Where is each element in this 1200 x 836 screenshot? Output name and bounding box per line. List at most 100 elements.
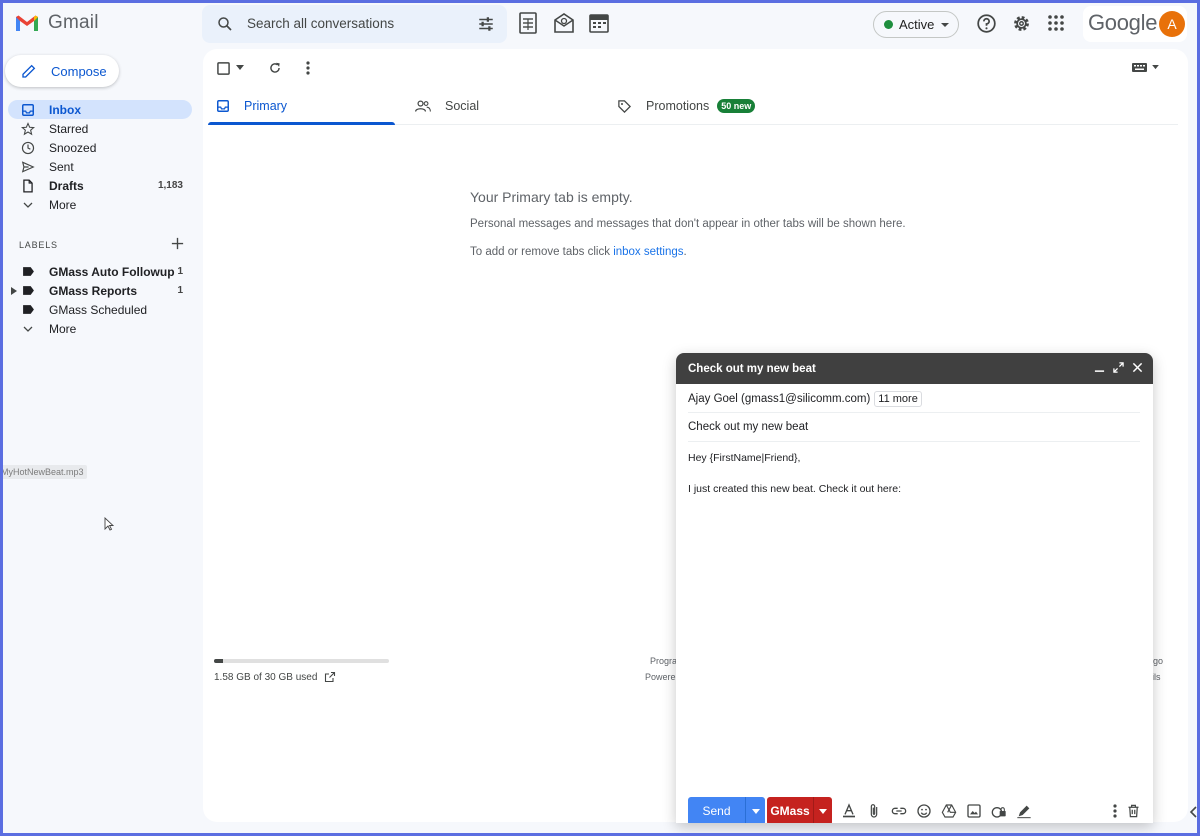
send-button[interactable]: Send — [688, 797, 745, 823]
avatar[interactable]: A — [1159, 11, 1185, 37]
sidebar-item-starred[interactable]: Starred — [8, 119, 192, 138]
close-icon[interactable] — [1132, 362, 1143, 373]
labels-more-label: More — [49, 321, 77, 336]
send-group: Send GMass — [688, 797, 832, 823]
category-tabs: Primary Social Promotions 50 new — [208, 87, 1178, 125]
signature-pen-icon[interactable] — [1016, 803, 1032, 819]
open-external-icon[interactable] — [324, 671, 336, 683]
mouse-cursor-icon — [104, 517, 114, 531]
footer-program-text: Progra — [650, 656, 678, 666]
minimize-icon[interactable] — [1094, 362, 1105, 373]
compose-header[interactable]: Check out my new beat — [676, 353, 1153, 384]
refresh-icon[interactable] — [268, 61, 282, 75]
tab-primary[interactable]: Primary — [216, 87, 287, 125]
delete-icon[interactable] — [1126, 803, 1141, 819]
empty-state-title: Your Primary tab is empty. — [470, 189, 633, 205]
expand-icon[interactable] — [1113, 362, 1124, 373]
add-label-icon[interactable] — [170, 236, 185, 251]
hint-prefix: To add or remove tabs click — [470, 246, 610, 258]
confidential-mode-icon[interactable] — [991, 803, 1007, 819]
subject-value[interactable]: Check out my new beat — [688, 421, 808, 433]
recipients-field[interactable]: Ajay Goel (gmass1@silicomm.com) 11 more — [688, 385, 1140, 413]
more-vert-icon[interactable] — [306, 61, 310, 75]
label-item-scheduled[interactable]: GMass Scheduled — [8, 300, 192, 319]
attach-icon[interactable] — [866, 803, 882, 819]
sidebar-item-label: Snoozed — [49, 140, 97, 155]
more-options-icon[interactable] — [1113, 804, 1117, 818]
sidebar-item-label: Drafts — [49, 178, 84, 193]
chevron-left-icon[interactable] — [1189, 806, 1197, 818]
compose-button[interactable]: Compose — [5, 55, 119, 87]
labels-more[interactable]: More — [8, 319, 192, 338]
input-tools[interactable] — [1132, 63, 1159, 72]
chevron-down-icon — [20, 199, 36, 211]
body-text[interactable]: I just created this new beat. Check it o… — [688, 483, 901, 495]
sidebar-item-snoozed[interactable]: Snoozed — [8, 138, 192, 157]
label-item-label: GMass Reports — [49, 283, 138, 298]
emoji-icon[interactable] — [916, 803, 932, 819]
more-recipients-chip[interactable]: 11 more — [874, 390, 922, 407]
apps-grid-icon[interactable] — [1047, 14, 1065, 32]
pencil-icon — [22, 64, 36, 78]
sidebar-item-label: More — [49, 197, 77, 212]
select-checkbox-icon[interactable] — [217, 61, 230, 75]
calendar-icon[interactable] — [588, 12, 610, 34]
search-icon[interactable] — [216, 15, 234, 33]
recipient-chip[interactable]: Ajay Goel (gmass1@silicomm.com) — [688, 393, 870, 405]
storage-usage-text: 1.58 GB of 30 GB used — [214, 671, 318, 683]
mail-settings-icon[interactable] — [553, 12, 575, 34]
google-account-box[interactable]: Google A — [1083, 6, 1187, 42]
inbox-settings-link[interactable]: inbox settings — [613, 246, 683, 258]
sheet-icon[interactable] — [518, 12, 538, 34]
sidebar-item-sent[interactable]: Sent — [8, 157, 192, 176]
compose-toolbar — [841, 803, 1032, 819]
help-icon[interactable] — [976, 13, 997, 34]
label-tag-icon — [20, 285, 36, 296]
clock-icon — [20, 141, 36, 155]
subject-field[interactable]: Check out my new beat — [688, 413, 1140, 442]
tab-social[interactable]: Social — [415, 87, 479, 125]
tab-label: Promotions — [646, 99, 710, 113]
sidebar-item-label: Inbox — [49, 102, 81, 117]
dragged-file[interactable]: MyHotNewBeat.mp3 — [0, 465, 87, 479]
label-item-label: GMass Auto Followup — [49, 264, 175, 279]
drive-icon[interactable] — [941, 803, 957, 819]
people-icon — [415, 100, 431, 112]
star-icon — [20, 121, 36, 136]
sidebar-item-inbox[interactable]: Inbox — [8, 100, 192, 119]
sidebar-item-more[interactable]: More — [8, 195, 192, 214]
compose-window: Check out my new beat Ajay Goel (gmass1@… — [676, 353, 1153, 823]
body-greeting[interactable]: Hey {FirstName|Friend}, — [688, 452, 800, 464]
status-chip[interactable]: Active — [873, 11, 959, 38]
search-input[interactable]: Search all conversations — [247, 16, 394, 31]
select-dropdown-icon[interactable] — [236, 65, 244, 71]
inbox-icon — [217, 100, 229, 112]
empty-state-message: Personal messages and messages that don'… — [470, 218, 906, 230]
text-format-icon[interactable] — [841, 803, 857, 819]
inbox-icon — [20, 103, 36, 117]
chevron-down-icon — [941, 22, 950, 27]
gmail-m-icon — [16, 15, 38, 31]
compose-right-tools — [1113, 803, 1141, 819]
send-options-button[interactable] — [745, 797, 765, 823]
gmail-logo[interactable]: Gmail — [14, 12, 99, 34]
link-icon[interactable] — [891, 803, 907, 819]
tab-promotions[interactable]: Promotions 50 new — [617, 87, 756, 125]
gmass-options-button[interactable] — [813, 797, 832, 823]
gmass-button[interactable]: GMass — [767, 797, 813, 823]
tab-label: Social — [445, 99, 480, 113]
new-count-badge: 50 new — [717, 99, 756, 113]
label-item-auto-followup[interactable]: GMass Auto Followup 1 — [8, 262, 192, 281]
search-options-icon[interactable] — [477, 15, 495, 33]
gear-icon[interactable] — [1011, 13, 1032, 34]
app-name: Gmail — [48, 12, 99, 33]
insert-photo-icon[interactable] — [966, 803, 982, 819]
sidebar-item-label: Starred — [49, 121, 89, 136]
empty-state-hint: To add or remove tabs click inbox settin… — [470, 246, 687, 258]
footer-right-text: go — [1153, 656, 1164, 666]
send-icon — [20, 160, 36, 174]
search-bar[interactable]: Search all conversations — [202, 5, 507, 43]
label-item-reports[interactable]: GMass Reports 1 — [8, 281, 192, 300]
compose-label: Compose — [51, 63, 107, 79]
sidebar-item-drafts[interactable]: Drafts 1,183 — [8, 176, 192, 195]
